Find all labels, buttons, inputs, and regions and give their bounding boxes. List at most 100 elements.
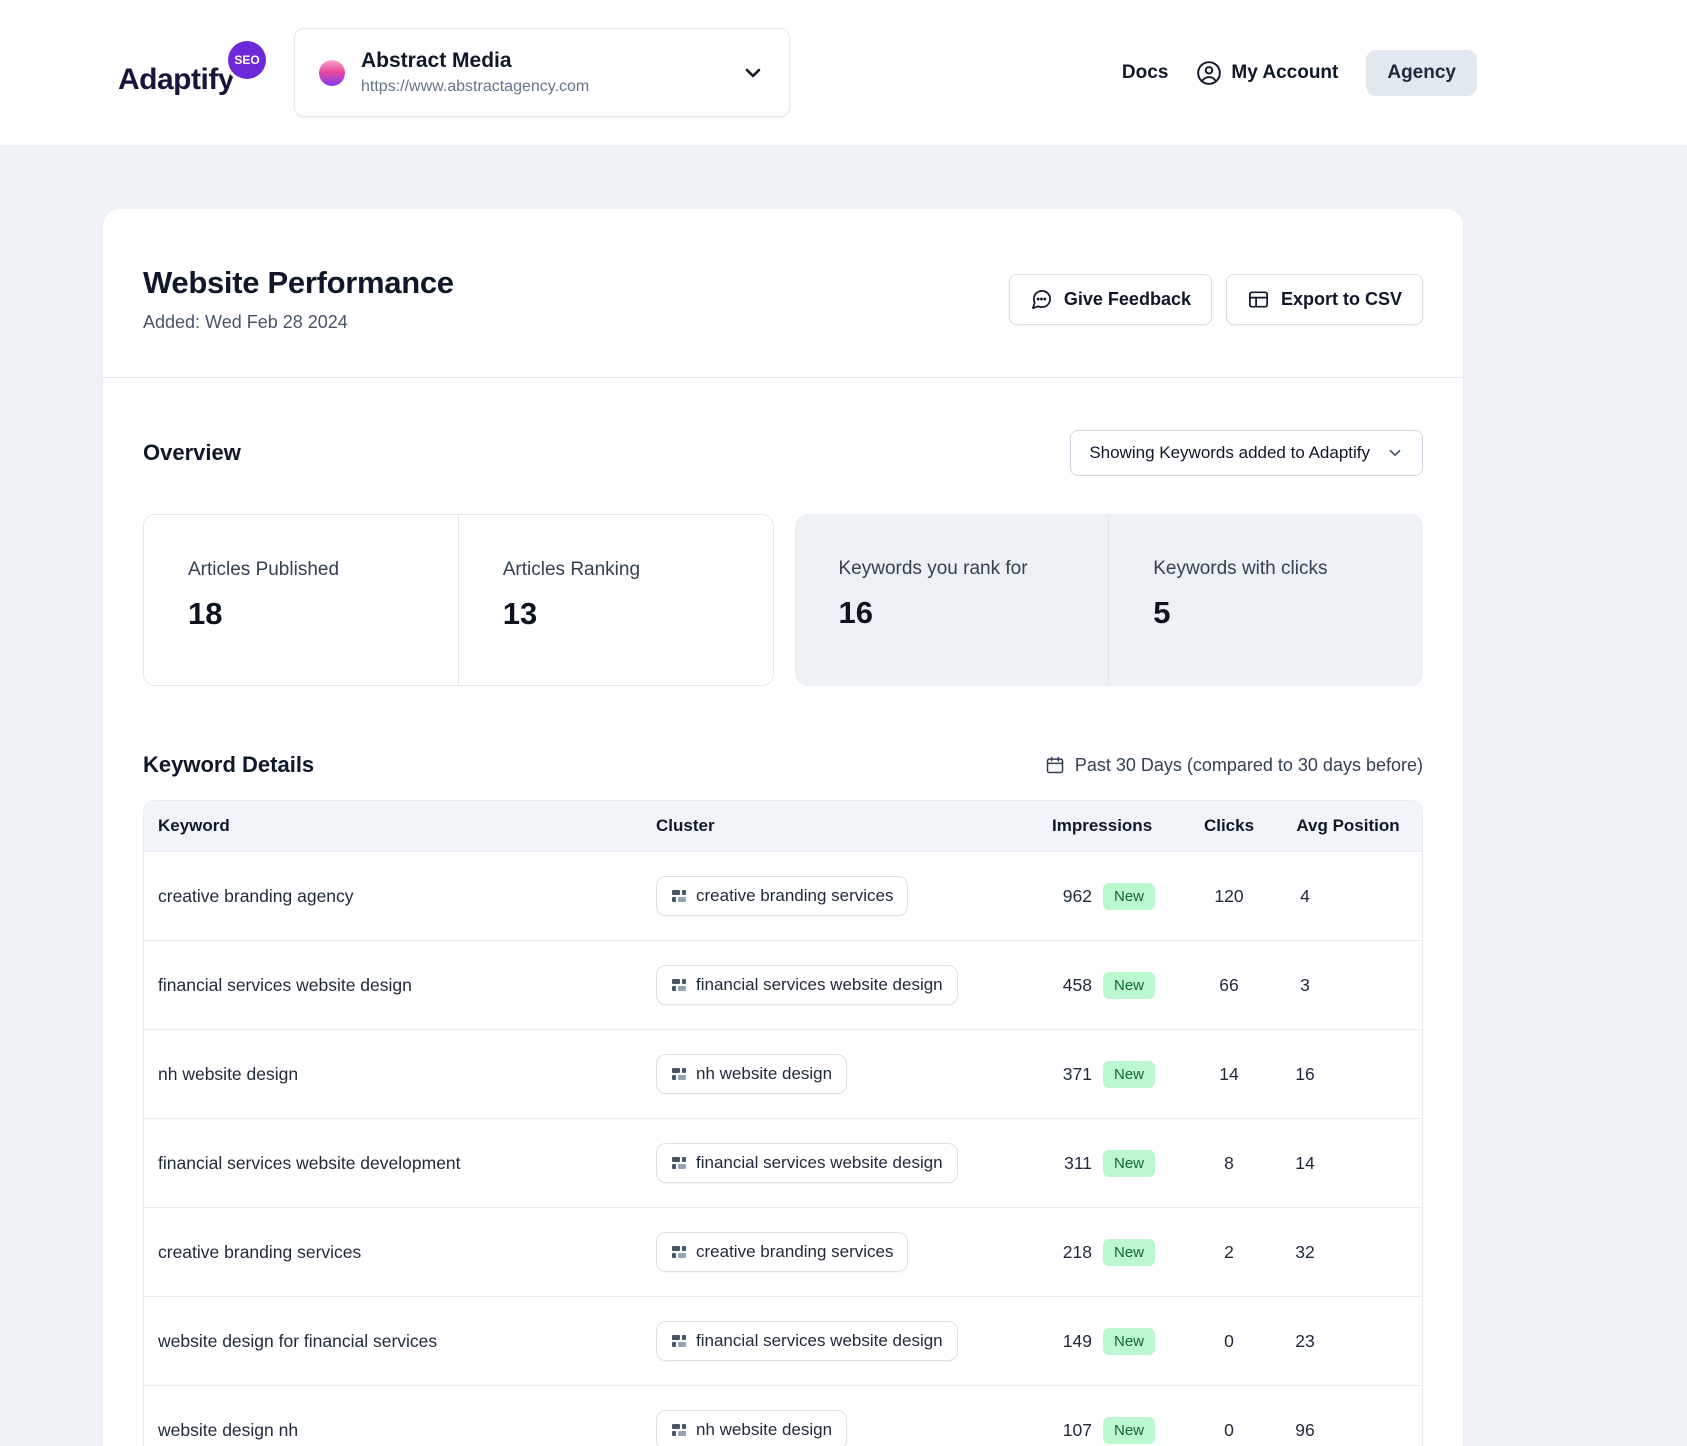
- new-badge: New: [1103, 1061, 1155, 1088]
- keyword-cell: website design for financial services: [144, 1296, 642, 1385]
- cluster-icon: [671, 1422, 687, 1438]
- stat-label: Articles Published: [188, 559, 458, 581]
- site-avatar: [319, 60, 345, 86]
- clicks-cell: 0: [1184, 1296, 1274, 1385]
- table-row: financial services website design financ…: [144, 940, 1422, 1029]
- overview-title: Overview: [143, 440, 241, 466]
- stat-label: Keywords you rank for: [839, 558, 1109, 580]
- new-badge: New: [1103, 1150, 1155, 1177]
- impressions-value: 149: [1048, 1331, 1092, 1352]
- stat-keywords-rank: Keywords you rank for 16: [795, 514, 1109, 686]
- card-header: Website Performance Added: Wed Feb 28 20…: [143, 209, 1423, 377]
- overview-stats: Articles Published 18 Articles Ranking 1…: [143, 514, 1423, 686]
- keywords-stat-card: Keywords you rank for 16 Keywords with c…: [795, 514, 1424, 686]
- my-account-link[interactable]: My Account: [1196, 60, 1338, 86]
- table-row: financial services website development f…: [144, 1118, 1422, 1207]
- col-cluster: Cluster: [642, 801, 1034, 851]
- cluster-icon: [671, 888, 687, 904]
- cluster-icon: [671, 1244, 687, 1260]
- seo-badge: SEO: [228, 41, 266, 79]
- impressions-value: 962: [1048, 886, 1092, 907]
- table-row: creative branding agency creative brandi…: [144, 851, 1422, 940]
- stat-label: Articles Ranking: [503, 559, 773, 581]
- stat-value: 16: [839, 595, 1109, 631]
- stat-articles-published: Articles Published 18: [144, 515, 458, 685]
- topbar: Adaptify SEO Abstract Media https://www.…: [0, 0, 1687, 145]
- table-row: nh website design nh website design 371 …: [144, 1029, 1422, 1118]
- logo[interactable]: Adaptify SEO: [118, 49, 266, 97]
- cluster-icon: [671, 1333, 687, 1349]
- impressions-value: 311: [1048, 1153, 1092, 1174]
- new-badge: New: [1103, 883, 1155, 910]
- cluster-cell: nh website design: [642, 1029, 1034, 1118]
- give-feedback-label: Give Feedback: [1064, 289, 1191, 310]
- cluster-label: financial services website design: [696, 1153, 943, 1173]
- keywords-filter-label: Showing Keywords added to Adaptify: [1089, 443, 1370, 463]
- clicks-cell: 8: [1184, 1118, 1274, 1207]
- new-badge: New: [1103, 972, 1155, 999]
- cluster-chip[interactable]: financial services website design: [656, 1321, 958, 1361]
- agency-button[interactable]: Agency: [1366, 50, 1477, 96]
- clicks-cell: 2: [1184, 1207, 1274, 1296]
- keyword-cell: website design nh: [144, 1385, 642, 1446]
- chevron-down-icon: [1386, 444, 1404, 462]
- articles-stat-card: Articles Published 18 Articles Ranking 1…: [143, 514, 774, 686]
- table-row: website design for financial services fi…: [144, 1296, 1422, 1385]
- avg-position-cell: 96: [1274, 1385, 1422, 1446]
- table-row: website design nh nh website design 107 …: [144, 1385, 1422, 1446]
- keyword-cell: creative branding services: [144, 1207, 642, 1296]
- cluster-cell: nh website design: [642, 1385, 1034, 1446]
- stat-label: Keywords with clicks: [1153, 558, 1423, 580]
- avg-position-cell: 23: [1274, 1296, 1422, 1385]
- overview-header: Overview Showing Keywords added to Adapt…: [143, 430, 1423, 476]
- clicks-cell: 66: [1184, 940, 1274, 1029]
- cluster-chip[interactable]: nh website design: [656, 1410, 847, 1446]
- docs-link[interactable]: Docs: [1122, 62, 1168, 84]
- avg-position-cell: 32: [1274, 1207, 1422, 1296]
- keyword-cell: nh website design: [144, 1029, 642, 1118]
- cluster-chip[interactable]: financial services website design: [656, 1143, 958, 1183]
- keyword-details-title: Keyword Details: [143, 752, 314, 778]
- cluster-cell: financial services website design: [642, 1296, 1034, 1385]
- keyword-table-body: creative branding agency creative brandi…: [144, 851, 1422, 1446]
- give-feedback-button[interactable]: Give Feedback: [1009, 274, 1212, 325]
- feedback-bubble-icon: [1030, 288, 1053, 311]
- added-date: Added: Wed Feb 28 2024: [143, 312, 454, 333]
- cluster-cell: creative branding services: [642, 1207, 1034, 1296]
- performance-card: Website Performance Added: Wed Feb 28 20…: [103, 209, 1463, 1446]
- table-row: creative branding services creative bran…: [144, 1207, 1422, 1296]
- impressions-cell: 962 New: [1034, 851, 1184, 940]
- keywords-filter-dropdown[interactable]: Showing Keywords added to Adaptify: [1070, 430, 1423, 476]
- keyword-cell: creative branding agency: [144, 851, 642, 940]
- stat-value: 5: [1153, 595, 1423, 631]
- cluster-icon: [671, 977, 687, 993]
- cluster-label: nh website design: [696, 1420, 832, 1440]
- cluster-cell: creative branding services: [642, 851, 1034, 940]
- avg-position-cell: 14: [1274, 1118, 1422, 1207]
- impressions-cell: 218 New: [1034, 1207, 1184, 1296]
- cluster-label: financial services website design: [696, 975, 943, 995]
- export-csv-button[interactable]: Export to CSV: [1226, 274, 1423, 325]
- user-icon: [1196, 60, 1222, 86]
- avg-position-cell: 4: [1274, 851, 1422, 940]
- col-impressions: Impressions: [1034, 801, 1184, 851]
- stat-value: 13: [503, 596, 773, 632]
- top-nav: Docs My Account Agency: [1122, 50, 1477, 96]
- export-csv-label: Export to CSV: [1281, 289, 1402, 310]
- avg-position-cell: 3: [1274, 940, 1422, 1029]
- page-body: Website Performance Added: Wed Feb 28 20…: [0, 145, 1687, 1446]
- stat-keywords-clicks: Keywords with clicks 5: [1108, 514, 1423, 686]
- cluster-chip[interactable]: creative branding services: [656, 876, 908, 916]
- col-avg-position: Avg Position: [1274, 801, 1422, 851]
- calendar-icon: [1045, 755, 1065, 775]
- impressions-cell: 458 New: [1034, 940, 1184, 1029]
- col-keyword: Keyword: [144, 801, 642, 851]
- new-badge: New: [1103, 1328, 1155, 1355]
- cluster-chip[interactable]: financial services website design: [656, 965, 958, 1005]
- cluster-chip[interactable]: creative branding services: [656, 1232, 908, 1272]
- keyword-cell: financial services website development: [144, 1118, 642, 1207]
- cluster-cell: financial services website design: [642, 1118, 1034, 1207]
- site-selector[interactable]: Abstract Media https://www.abstractagenc…: [294, 28, 790, 117]
- cluster-chip[interactable]: nh website design: [656, 1054, 847, 1094]
- impressions-cell: 371 New: [1034, 1029, 1184, 1118]
